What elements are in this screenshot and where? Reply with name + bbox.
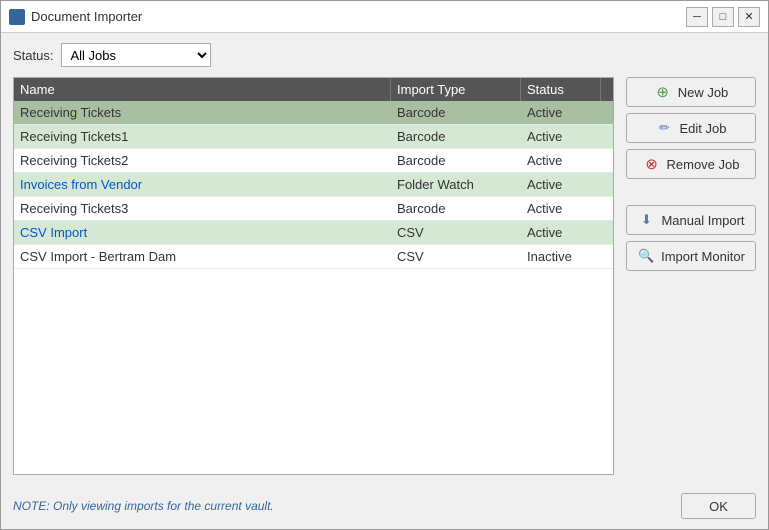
table-header: Name Import Type Status <box>14 78 613 101</box>
cell-name: Receiving Tickets <box>14 101 391 125</box>
cell-import-type: Barcode <box>391 149 521 173</box>
content-area: Status: All Jobs Active Inactive Name Im… <box>1 33 768 485</box>
status-label: Status: <box>13 48 53 63</box>
cell-status: Active <box>521 173 601 197</box>
minimize-button[interactable]: ─ <box>686 7 708 27</box>
col-extra <box>601 78 614 101</box>
remove-job-button[interactable]: ⊗ Remove Job <box>626 149 756 179</box>
edit-job-label: Edit Job <box>680 121 727 136</box>
import-monitor-button[interactable]: 🔍 Import Monitor <box>626 241 756 271</box>
table-row[interactable]: Receiving Tickets3BarcodeActive <box>14 197 613 221</box>
cell-extra <box>601 197 613 221</box>
buttons-panel: ⊕ New Job ✏ Edit Job ⊗ Remove Job ⬇ Manu… <box>626 77 756 475</box>
cell-import-type: CSV <box>391 221 521 245</box>
cell-import-type: Barcode <box>391 197 521 221</box>
cell-extra <box>601 245 613 269</box>
footer-note: NOTE: Only viewing imports for the curre… <box>13 499 274 513</box>
cell-import-type: CSV <box>391 245 521 269</box>
jobs-table: Name Import Type Status Receiving Ticket… <box>13 77 614 475</box>
col-import-type: Import Type <box>391 78 521 101</box>
cell-import-type: Barcode <box>391 125 521 149</box>
cell-name: CSV Import <box>14 221 391 245</box>
cell-extra <box>601 173 613 197</box>
cell-status: Active <box>521 101 601 125</box>
remove-job-label: Remove Job <box>667 157 740 172</box>
new-job-icon: ⊕ <box>654 83 672 101</box>
app-icon <box>9 9 25 25</box>
cell-extra <box>601 101 613 125</box>
cell-import-type: Folder Watch <box>391 173 521 197</box>
manual-import-button[interactable]: ⬇ Manual Import <box>626 205 756 235</box>
status-select[interactable]: All Jobs Active Inactive <box>61 43 211 67</box>
new-job-button[interactable]: ⊕ New Job <box>626 77 756 107</box>
cell-name: Invoices from Vendor <box>14 173 391 197</box>
footer: NOTE: Only viewing imports for the curre… <box>1 485 768 529</box>
cell-status: Inactive <box>521 245 601 269</box>
import-monitor-icon: 🔍 <box>637 247 655 265</box>
table-row[interactable]: Receiving Tickets1BarcodeActive <box>14 125 613 149</box>
title-bar-controls: ─ □ ✕ <box>686 7 760 27</box>
cell-name: Receiving Tickets1 <box>14 125 391 149</box>
edit-job-icon: ✏ <box>656 119 674 137</box>
main-area: Name Import Type Status Receiving Ticket… <box>13 77 756 475</box>
title-bar: Document Importer ─ □ ✕ <box>1 1 768 33</box>
table-body: Receiving TicketsBarcodeActiveReceiving … <box>14 101 613 474</box>
status-row: Status: All Jobs Active Inactive <box>13 43 756 67</box>
cell-extra <box>601 125 613 149</box>
edit-job-button[interactable]: ✏ Edit Job <box>626 113 756 143</box>
table-row[interactable]: Receiving TicketsBarcodeActive <box>14 101 613 125</box>
cell-status: Active <box>521 197 601 221</box>
cell-name: CSV Import - Bertram Dam <box>14 245 391 269</box>
cell-status: Active <box>521 221 601 245</box>
manual-import-icon: ⬇ <box>637 211 655 229</box>
cell-name: Receiving Tickets2 <box>14 149 391 173</box>
manual-import-label: Manual Import <box>661 213 744 228</box>
cell-import-type: Barcode <box>391 101 521 125</box>
maximize-button[interactable]: □ <box>712 7 734 27</box>
window-title: Document Importer <box>31 9 142 24</box>
table-row[interactable]: CSV Import - Bertram DamCSVInactive <box>14 245 613 269</box>
main-window: Document Importer ─ □ ✕ Status: All Jobs… <box>0 0 769 530</box>
ok-button[interactable]: OK <box>681 493 756 519</box>
col-name: Name <box>14 78 391 101</box>
import-monitor-label: Import Monitor <box>661 249 745 264</box>
cell-extra <box>601 221 613 245</box>
remove-job-icon: ⊗ <box>643 155 661 173</box>
table-row[interactable]: Invoices from VendorFolder WatchActive <box>14 173 613 197</box>
button-spacer <box>626 185 756 199</box>
close-button[interactable]: ✕ <box>738 7 760 27</box>
cell-name: Receiving Tickets3 <box>14 197 391 221</box>
title-bar-left: Document Importer <box>9 9 142 25</box>
cell-status: Active <box>521 125 601 149</box>
cell-status: Active <box>521 149 601 173</box>
new-job-label: New Job <box>678 85 729 100</box>
table-row[interactable]: CSV ImportCSVActive <box>14 221 613 245</box>
cell-extra <box>601 149 613 173</box>
table-row[interactable]: Receiving Tickets2BarcodeActive <box>14 149 613 173</box>
col-status: Status <box>521 78 601 101</box>
